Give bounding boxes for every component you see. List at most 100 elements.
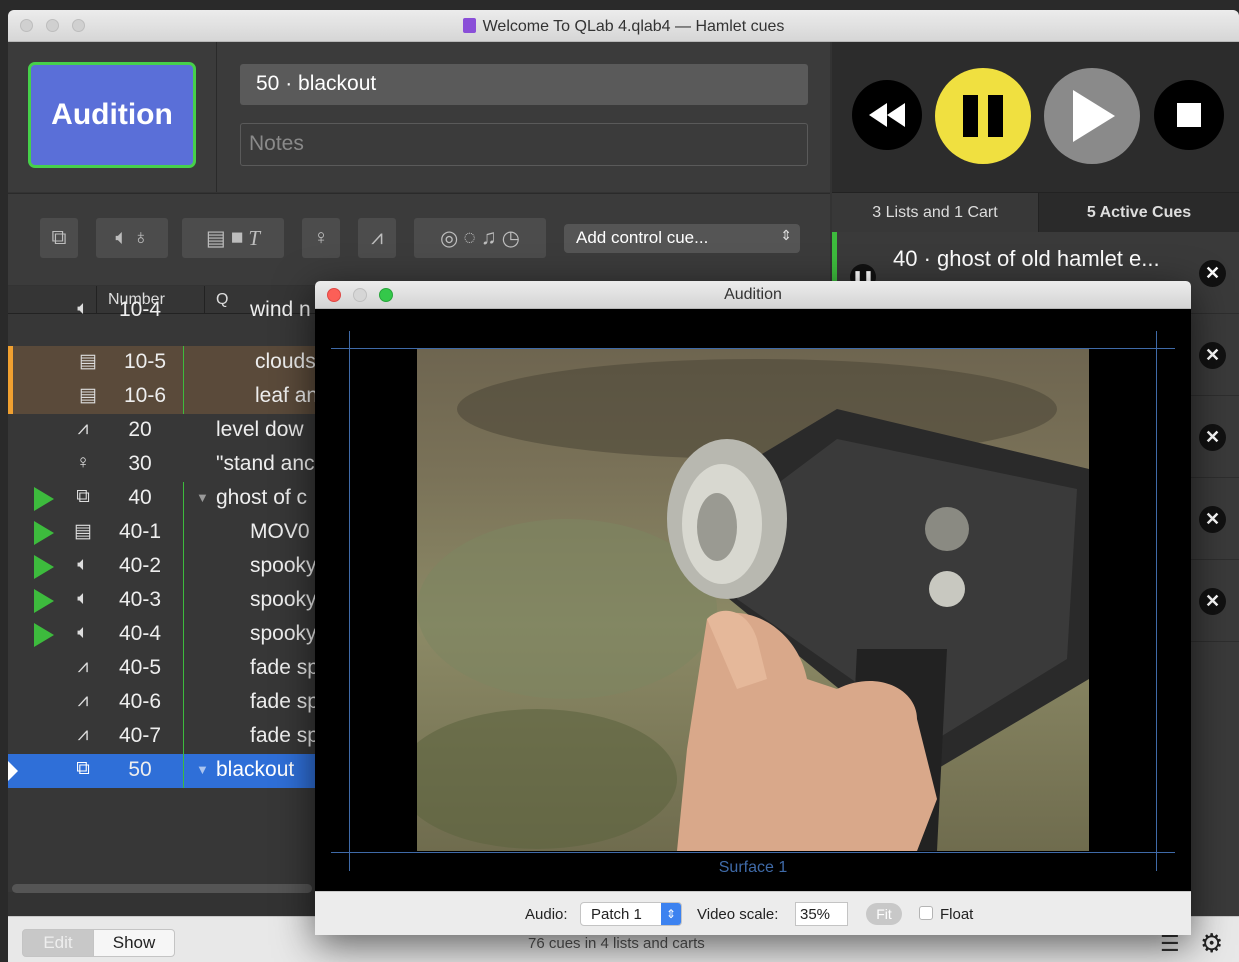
stop-icon: [1177, 103, 1201, 127]
audio-patch-select[interactable]: Patch 1 ⇕: [580, 902, 682, 926]
inspector-area: Audition 50 · blackout Notes: [8, 42, 830, 192]
close-icon[interactable]: ✕: [1199, 342, 1226, 369]
camera-icon[interactable]: ■: [231, 226, 244, 250]
cue-number: 40-5: [118, 656, 162, 679]
clock-icon[interactable]: ◷: [502, 226, 520, 251]
speaker-icon: 🔈︎: [77, 588, 89, 609]
edit-mode-button[interactable]: Edit: [22, 929, 94, 957]
cue-name: spooky: [250, 554, 317, 577]
group-cue-button[interactable]: ⧉: [40, 218, 78, 258]
cue-name: clouds: [255, 350, 316, 373]
playing-icon: [34, 521, 54, 545]
transport-controls: [832, 42, 1239, 192]
settings-gear-icon[interactable]: ⚙: [1200, 928, 1223, 959]
cue-row[interactable]: 🔈︎ 40-4 spooky: [8, 618, 318, 652]
show-mode-button[interactable]: Show: [93, 929, 175, 957]
close-icon[interactable]: ✕: [1199, 424, 1226, 451]
cue-row[interactable]: ▤ 10-5 clouds: [8, 346, 318, 380]
cue-name: leaf an: [255, 384, 319, 407]
minimize-window-button[interactable]: [353, 288, 367, 302]
text-icon[interactable]: T: [248, 226, 260, 251]
fade-icon: ⩘: [77, 724, 89, 745]
fade-icon: ⩘: [77, 418, 89, 439]
cue-row[interactable]: ⩘ 20 level dow: [8, 414, 318, 448]
cue-row[interactable]: ▤ 10-6 leaf an: [8, 380, 318, 414]
midi-icon[interactable]: ◌: [463, 226, 475, 250]
playing-icon: [34, 555, 54, 579]
tab-lists[interactable]: 3 Lists and 1 Cart: [832, 193, 1038, 233]
cue-number: 10-5: [123, 350, 167, 373]
disclosure-triangle-icon[interactable]: ▼: [196, 762, 209, 777]
audition-title: Audition: [724, 286, 782, 303]
microphone-icon[interactable]: ♁: [133, 226, 149, 250]
audition-footer: Audio: Patch 1 ⇕ Video scale: 35% Fit Fl…: [315, 891, 1191, 935]
cue-name: MOV0: [250, 520, 310, 543]
close-icon[interactable]: ✕: [1199, 506, 1226, 533]
video-scale-input[interactable]: 35%: [795, 902, 848, 926]
cue-name: spooky: [250, 622, 317, 645]
cue-name-field[interactable]: 50 · blackout: [240, 64, 808, 105]
lightbulb-icon: ♀: [313, 226, 329, 249]
network-cues-group[interactable]: ◎ ◌ ♫ ◷: [414, 218, 546, 258]
cue-number: 10-6: [123, 384, 167, 407]
speaker-icon: 🔈︎: [77, 554, 89, 575]
playhead-icon: [8, 761, 18, 781]
group-icon: ⧉: [76, 758, 90, 779]
video-scale-label: Video scale:: [697, 906, 779, 923]
cue-row[interactable]: ▤ 40-1 MOV0: [8, 516, 318, 550]
cue-number: 40-2: [118, 554, 162, 577]
cue-row[interactable]: 🔈︎ 10-4 wind n: [8, 294, 318, 328]
audio-cues-group[interactable]: 🔈︎ ♁: [96, 218, 168, 258]
cue-row[interactable]: ♀ 30 "stand anc: [8, 448, 318, 482]
status-text: 76 cues in 4 lists and carts: [528, 935, 705, 952]
rewind-icon: [869, 103, 905, 127]
playing-icon: [34, 589, 54, 613]
stepper-icon: ⇕: [780, 227, 792, 243]
cue-row[interactable]: 🔈︎ 40-3 spooky: [8, 584, 318, 618]
go-button[interactable]: [1044, 68, 1140, 164]
playing-icon: [34, 487, 54, 511]
window-title-text: Welcome To QLab 4.qlab4 — Hamlet cues: [482, 18, 785, 35]
audition-title-bar: Audition: [315, 281, 1191, 309]
speaker-icon[interactable]: 🔈︎: [115, 226, 128, 250]
cue-row-selected[interactable]: ⧉ 50 ▼ blackout: [8, 754, 318, 788]
cue-row[interactable]: ⧉ 40 ▼ ghost of c: [8, 482, 318, 516]
surface-label: Surface 1: [718, 859, 788, 876]
cue-row[interactable]: 🔈︎ 40-2 spooky: [8, 550, 318, 584]
pause-button[interactable]: [935, 68, 1031, 164]
fade-cue-button[interactable]: ⩘: [358, 218, 396, 258]
pause-icon: [963, 95, 1003, 137]
close-icon[interactable]: ✕: [1199, 588, 1226, 615]
group-icon: ⧉: [76, 486, 90, 507]
fit-button[interactable]: Fit: [866, 903, 902, 925]
cue-name: "stand anc: [216, 452, 315, 475]
music-icon[interactable]: ♫: [481, 226, 497, 250]
audio-label: Audio:: [525, 906, 568, 923]
cue-row[interactable]: ⩘ 40-6 fade sp: [8, 686, 319, 720]
video-cues-group[interactable]: ▤ ■ T: [182, 218, 284, 258]
cue-toolbar: ⧉ 🔈︎ ♁ ▤ ■ T ♀ ⩘ ◎ ◌ ♫ ◷ Add control cue... ⇕: [8, 193, 830, 285]
zoom-window-button[interactable]: [379, 288, 393, 302]
disclosure-triangle-icon[interactable]: ▼: [196, 490, 209, 505]
light-cue-button[interactable]: ♀: [302, 218, 340, 258]
network-icon[interactable]: ◎: [440, 226, 458, 251]
speaker-icon: 🔈︎: [77, 622, 89, 643]
audition-button[interactable]: Audition: [28, 62, 196, 168]
close-window-button[interactable]: [327, 288, 341, 302]
audio-patch-value: Patch 1: [591, 906, 642, 923]
divider: [216, 42, 217, 192]
cue-name: ghost of c: [216, 486, 308, 509]
add-control-cue-select[interactable]: Add control cue... ⇕: [564, 224, 800, 253]
tab-active-cues[interactable]: 5 Active Cues: [1038, 193, 1239, 233]
horizontal-scrollbar[interactable]: [12, 884, 312, 893]
group-border: [183, 346, 184, 414]
active-cue-label: 40 · ghost of old hamlet e...: [893, 246, 1160, 271]
cue-row[interactable]: ⩘ 40-7 fade sp: [8, 720, 319, 754]
float-checkbox[interactable]: [919, 906, 933, 920]
stop-button[interactable]: [1154, 80, 1224, 150]
film-icon[interactable]: ▤: [206, 226, 226, 251]
notes-field[interactable]: Notes: [240, 123, 808, 166]
cue-row[interactable]: ⩘ 40-5 fade sp: [8, 652, 319, 686]
rewind-button[interactable]: [852, 80, 922, 150]
close-icon[interactable]: ✕: [1199, 260, 1226, 287]
